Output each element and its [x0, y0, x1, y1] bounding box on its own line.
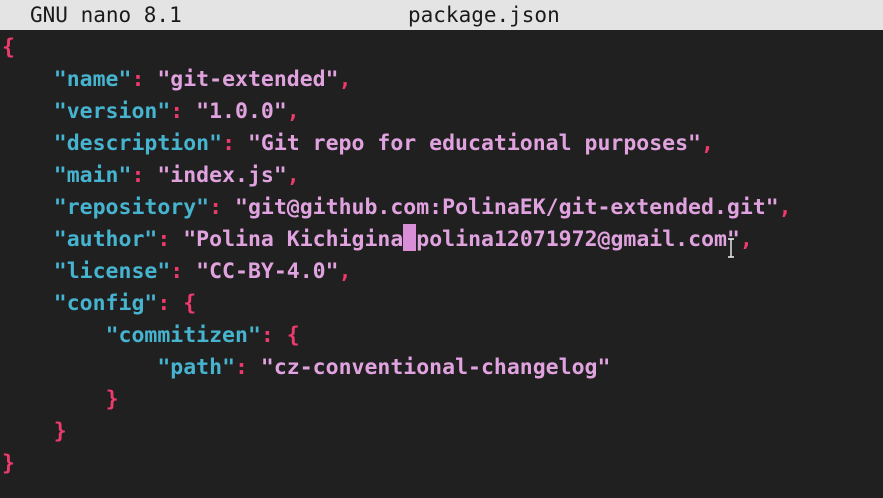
json-key-repository: "repository" — [53, 195, 210, 220]
editor-line-13[interactable]: } — [2, 416, 67, 448]
editor-line-8[interactable]: "license": "CC-BY-4.0", — [2, 256, 352, 288]
json-key-license: "license" — [53, 259, 171, 284]
editor-app-name: GNU nano 8.1 — [30, 3, 182, 27]
config-open-brace: { — [183, 291, 197, 316]
nano-title-bar: GNU nano 8.1 package.json — [0, 0, 883, 30]
json-key-main: "main" — [53, 163, 132, 188]
config-close-brace: } — [53, 419, 67, 444]
json-value-repository: "git@github.com:PolinaEK/git-extended.gi… — [235, 195, 779, 220]
editor-line-11[interactable]: "path": "cz-conventional-changelog" — [2, 352, 610, 384]
editor-line-7[interactable]: "author": "Polina Kichigina polina1207197… — [2, 224, 753, 256]
json-value-path: "cz-conventional-changelog" — [260, 355, 611, 380]
editor-line-2[interactable]: "name": "git-extended", — [2, 64, 352, 96]
open-file-name: package.json — [408, 3, 560, 27]
editor-line-4[interactable]: "description": "Git repo for educational… — [2, 128, 714, 160]
commitizen-open-brace: { — [286, 323, 300, 348]
editor-line-6[interactable]: "repository": "git@github.com:PolinaEK/g… — [2, 192, 792, 224]
editor-line-1[interactable]: { — [2, 32, 15, 64]
editor-line-3[interactable]: "version": "1.0.0", — [2, 96, 300, 128]
editor-line-12[interactable]: } — [2, 384, 119, 416]
json-key-path: "path" — [157, 355, 236, 380]
editor-line-10[interactable]: "commitizen": { — [2, 320, 300, 352]
open-brace: { — [2, 35, 15, 60]
json-value-version: "1.0.0" — [196, 99, 287, 124]
json-key-commitizen: "commitizen" — [105, 323, 261, 348]
text-cursor — [403, 224, 417, 251]
editor-text-area[interactable]: { "name": "git-extended", "version": "1.… — [0, 30, 883, 498]
editor-line-9[interactable]: "config": { — [2, 288, 196, 320]
commitizen-close-brace: } — [105, 387, 119, 412]
json-value-author-name: "Polina Kichigina — [183, 227, 404, 252]
json-key-name: "name" — [53, 67, 132, 92]
json-value-description: "Git repo for educational purposes" — [247, 131, 701, 156]
mouse-ibeam-icon — [728, 238, 734, 258]
editor-line-14[interactable]: } — [2, 448, 15, 480]
editor-line-5[interactable]: "main": "index.js", — [2, 160, 300, 192]
json-value-license: "CC-BY-4.0" — [196, 259, 339, 284]
json-key-author: "author" — [53, 227, 158, 252]
json-key-version: "version" — [53, 99, 171, 124]
json-value-name: "git-extended" — [157, 67, 339, 92]
json-key-description: "description" — [53, 131, 223, 156]
json-value-author-email: polina12071972@gmail.com" — [416, 227, 740, 252]
close-brace: } — [2, 451, 15, 476]
json-key-config: "config" — [53, 291, 158, 316]
json-value-main: "index.js" — [157, 163, 287, 188]
